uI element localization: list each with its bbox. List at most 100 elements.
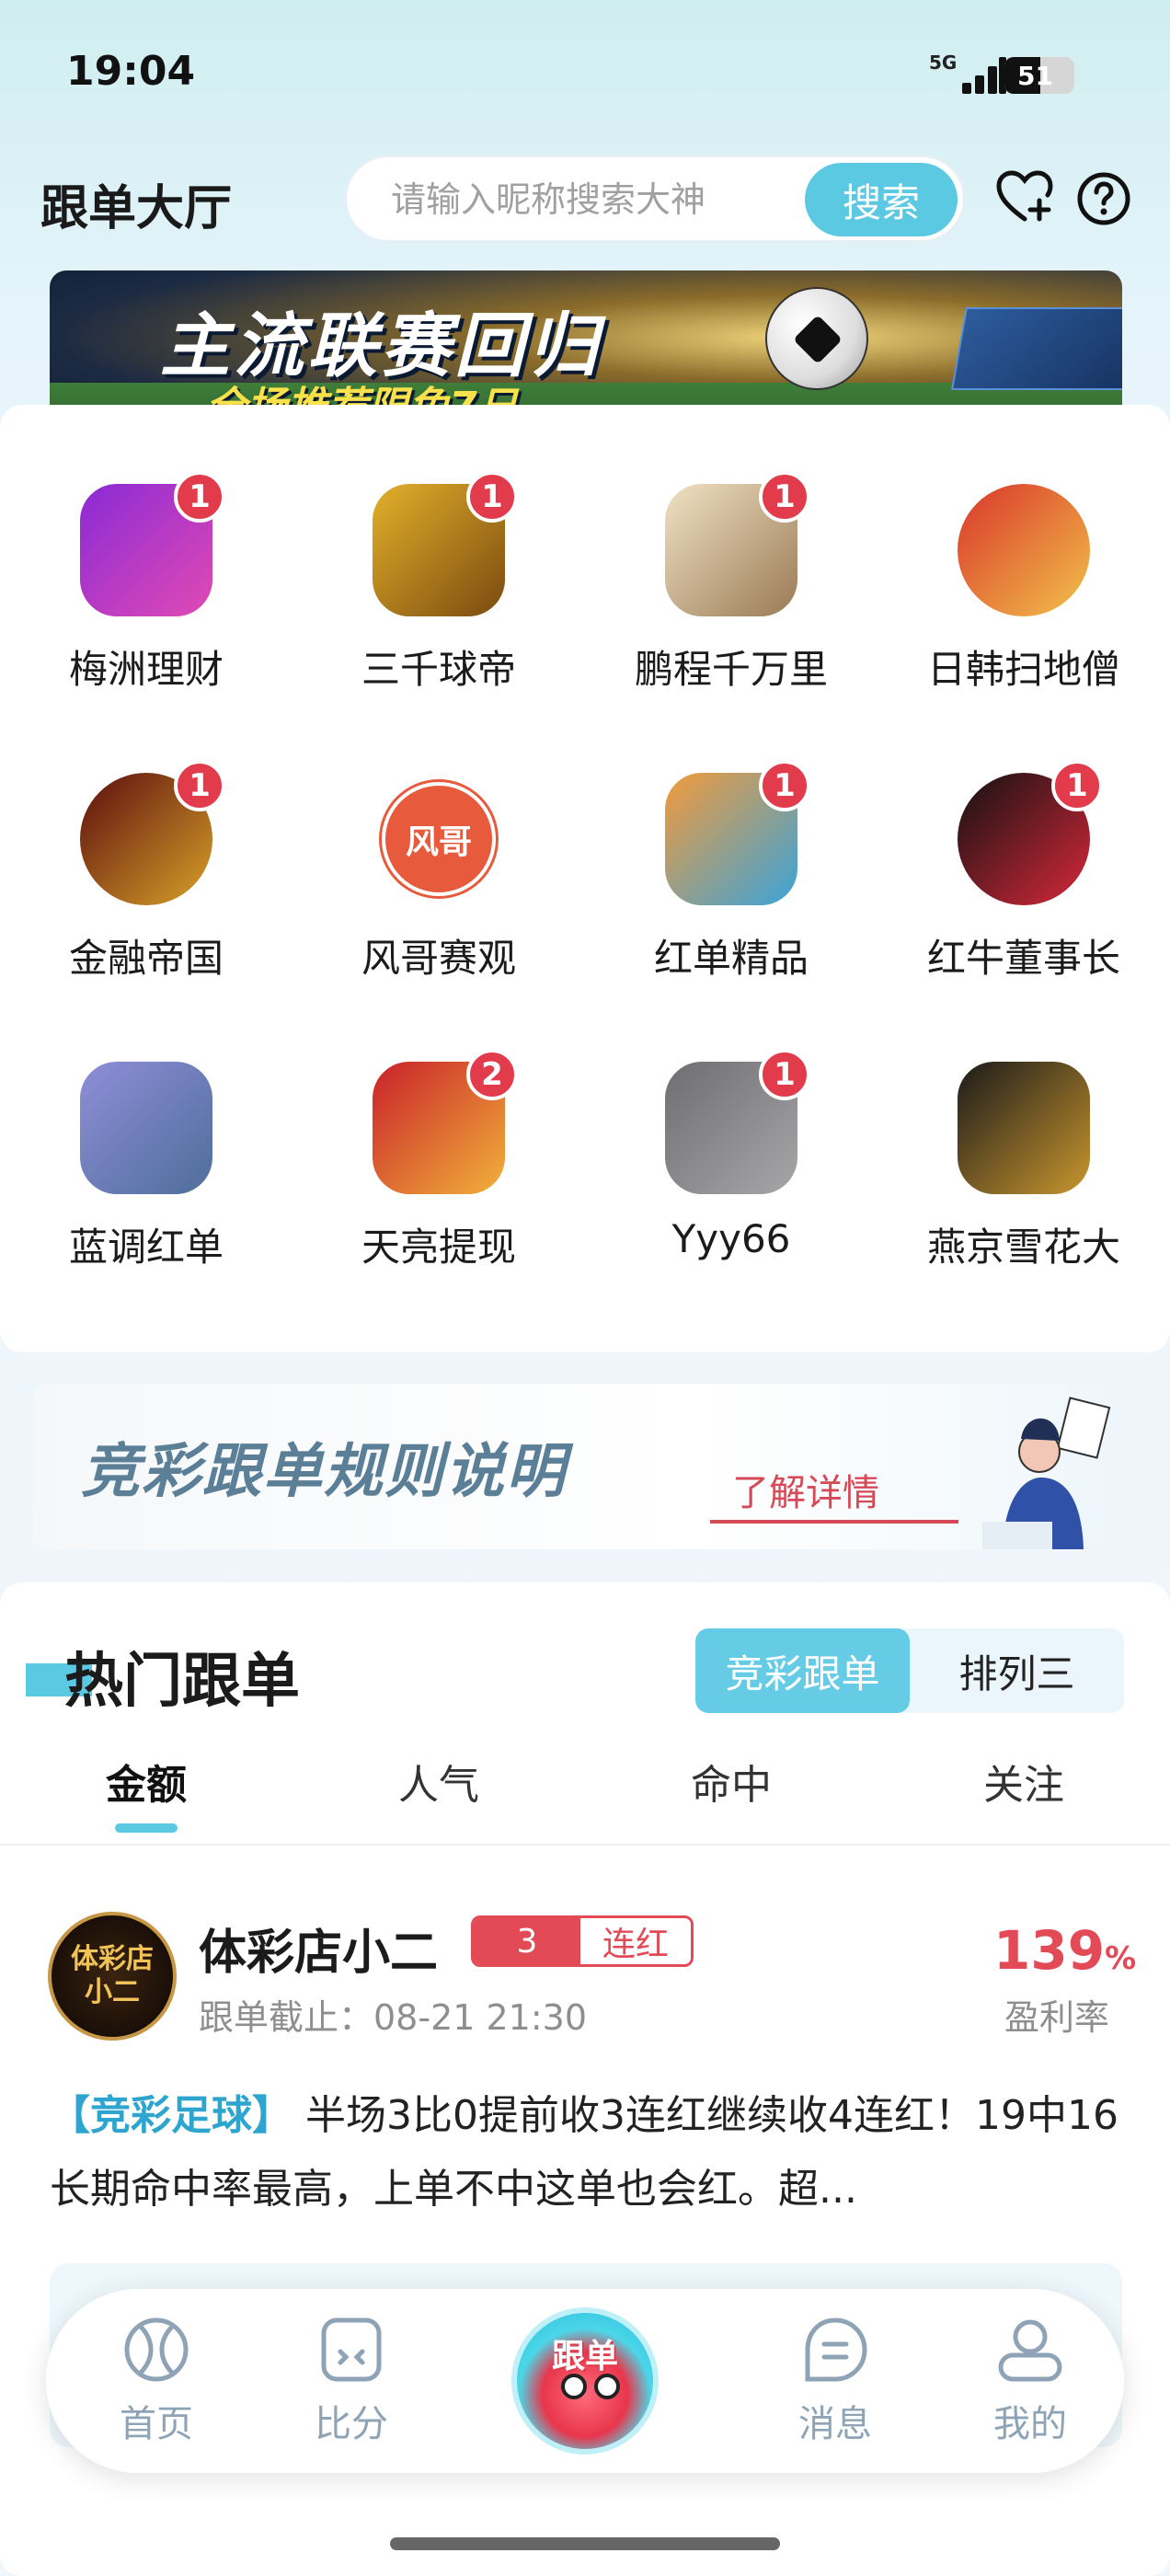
tab-amount[interactable]: 金额	[0, 1744, 292, 1844]
battery-icon: 51	[1004, 57, 1074, 94]
link-arrow	[710, 1520, 958, 1524]
expert-name: 蓝调红单	[68, 1225, 224, 1270]
nav-score[interactable]: 比分	[278, 2313, 425, 2447]
nav-follow-label: 跟单	[551, 2338, 618, 2375]
favorite-heart-icon[interactable]	[995, 169, 1054, 224]
rules-banner[interactable]: 竞彩跟单规则说明 了解详情	[33, 1384, 1137, 1549]
home-indicator[interactable]	[390, 2537, 780, 2550]
notification-badge: 1	[174, 760, 225, 811]
avatar-image	[80, 1062, 212, 1194]
segment-pailie3[interactable]: 排列三	[910, 1628, 1124, 1713]
avatar: 1	[80, 760, 225, 905]
battery-level: 51	[1017, 61, 1053, 91]
search-button[interactable]: 搜索	[805, 163, 958, 236]
message-icon	[805, 2317, 867, 2382]
expert-item[interactable]: 1 鹏程千万里	[585, 471, 878, 695]
nav-follow-mascot[interactable]: 跟单	[511, 2307, 659, 2455]
nav-mine[interactable]: 我的	[957, 2313, 1104, 2447]
football-icon	[765, 287, 868, 390]
avatar-image	[958, 1062, 1090, 1194]
expert-item[interactable]: 1 梅洲理财	[0, 471, 292, 695]
expert-item[interactable]: 日韩扫地僧	[878, 484, 1170, 695]
avatar-image	[958, 484, 1090, 616]
expert-item[interactable]: 1 三千球帝	[292, 471, 585, 695]
avatar-text-line1: 体彩店	[71, 1943, 154, 1975]
search-bar: 搜索	[344, 155, 966, 243]
notification-badge: 1	[759, 471, 810, 523]
avatar	[958, 1062, 1090, 1194]
help-icon[interactable]	[1076, 171, 1131, 226]
search-input[interactable]	[391, 174, 777, 225]
avatar: 1	[373, 471, 518, 616]
avatar-image: 风哥	[373, 773, 505, 905]
expert-item[interactable]: 蓝调红单	[0, 1062, 292, 1272]
profile-icon	[998, 2319, 1062, 2382]
nav-message-label: 消息	[798, 2403, 872, 2445]
notification-badge: 1	[466, 471, 518, 523]
expert-name: 金融帝国	[68, 936, 224, 981]
expert-name: Yyy66	[671, 1216, 791, 1261]
expert-item[interactable]: 1 Yyy66	[585, 1049, 878, 1261]
profit-value: 139	[993, 1919, 1106, 1982]
expert-name: 红单精品	[653, 936, 809, 981]
deadline: 跟单截止：08-21 21:30	[199, 1997, 588, 2038]
learn-more-link[interactable]: 了解详情	[732, 1463, 879, 1516]
nav-mine-label: 我的	[993, 2403, 1067, 2445]
post-tag: 【竞彩足球】	[50, 2092, 292, 2139]
notification-badge: 1	[1051, 760, 1103, 811]
tennis-ball-icon	[124, 2317, 189, 2382]
post-text[interactable]: 【竞彩足球】 半场3比0提前收3连红继续收4连红！19中16长期命中率最高，上单…	[50, 2079, 1126, 2226]
expert-name: 梅洲理财	[68, 647, 224, 692]
profit-rate: 139%	[993, 1919, 1136, 1982]
avatar: 风哥	[373, 773, 505, 905]
sort-tabs: 金额 人气 命中 关注	[0, 1744, 1170, 1846]
notification-badge: 1	[759, 1049, 810, 1100]
expert-name[interactable]: 体彩店小二	[199, 1914, 438, 1983]
nav-message[interactable]: 消息	[762, 2313, 909, 2447]
segment-jingcai[interactable]: 竞彩跟单	[695, 1628, 910, 1713]
avatar: 1	[80, 471, 225, 616]
expert-name: 三千球帝	[361, 647, 516, 692]
profit-unit: %	[1105, 1940, 1137, 1977]
signal-icon	[946, 57, 1006, 94]
expert-name: 天亮提现	[361, 1225, 516, 1270]
tab-popularity[interactable]: 人气	[292, 1744, 585, 1844]
nav-home[interactable]: 首页	[83, 2313, 230, 2447]
status-time: 19:04	[66, 48, 196, 95]
avatar-text-line2: 小二	[85, 1976, 140, 2008]
expert-item[interactable]: 风哥 风哥赛观	[292, 773, 585, 983]
avatar	[958, 484, 1090, 616]
avatar-logo-text: 风哥	[382, 782, 496, 896]
avatar: 1	[958, 760, 1103, 905]
streak-label: 连红	[580, 1918, 691, 1964]
expert-item[interactable]: 1 红单精品	[585, 760, 878, 983]
expert-name: 燕京雪花大	[926, 1225, 1120, 1270]
expert-item[interactable]: 1 金融帝国	[0, 760, 292, 983]
expert-name: 风哥赛观	[361, 936, 516, 981]
avatar: 1	[665, 760, 810, 905]
expert-item[interactable]: 燕京雪花大	[878, 1062, 1170, 1272]
rules-title: 竞彩跟单规则说明	[81, 1438, 567, 1506]
category-switch: 竞彩跟单 排列三	[695, 1628, 1124, 1713]
expert-item[interactable]: 2 天亮提现	[292, 1049, 585, 1272]
avatar: 1	[665, 471, 810, 616]
avatar[interactable]: 体彩店 小二	[48, 1912, 177, 2041]
profit-label: 盈利率	[1004, 1997, 1110, 2038]
nav-score-label: 比分	[315, 2403, 388, 2445]
tab-hit-rate[interactable]: 命中	[585, 1744, 878, 1844]
nav-home-label: 首页	[120, 2403, 193, 2445]
expert-item[interactable]: 1 红牛董事长	[878, 760, 1170, 983]
notification-badge: 2	[466, 1049, 518, 1100]
notification-badge: 1	[759, 760, 810, 811]
streak-count: 3	[474, 1918, 580, 1964]
avatar	[80, 1062, 212, 1194]
avatar: 1	[665, 1049, 810, 1194]
presenter-illustration	[982, 1397, 1111, 1549]
scoreboard-icon	[321, 2317, 382, 2382]
page-title: 跟单大厅	[40, 181, 233, 236]
tab-following[interactable]: 关注	[878, 1744, 1170, 1844]
expert-name: 日韩扫地僧	[926, 647, 1120, 692]
hot-title: 热门跟单	[64, 1648, 300, 1716]
avatar: 2	[373, 1049, 518, 1194]
expert-name: 红牛董事长	[926, 936, 1120, 981]
